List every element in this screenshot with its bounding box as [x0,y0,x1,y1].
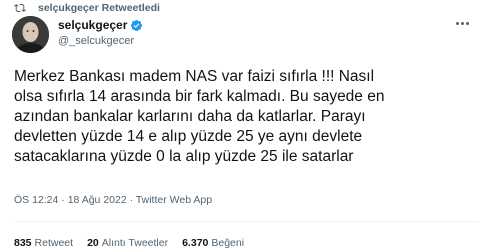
retweet-context[interactable]: selçukgeçer Retweetledi [14,2,160,14]
tweet-text: Merkez Bankası madem NAS var faizi sıfır… [14,68,385,165]
retweets-stat[interactable]: 835 Retweet [14,237,73,249]
retweets-count: 835 [14,237,32,249]
retweets-label: Retweet [34,237,74,249]
avatar[interactable] [12,16,49,53]
tweet-meta[interactable]: ÖS 12:24 · 18 Ağu 2022 · Twitter Web App [14,194,212,206]
retweet-context-text: selçukgeçer Retweetledi [38,2,160,14]
likes-label: Beğeni [211,237,245,249]
verified-badge-icon [131,19,143,31]
quotes-label: Alıntı Tweetler [101,237,169,249]
author-block[interactable]: selçukgeçer @_selcukgecer [58,18,143,47]
likes-stat[interactable]: 6.370 Beğeni [182,237,244,249]
quotes-count: 20 [87,237,99,249]
author-name[interactable]: selçukgeçer [58,18,127,32]
retweet-icon [14,3,26,13]
more-options-icon[interactable] [456,22,469,25]
author-handle[interactable]: @_selcukgecer [58,35,143,47]
tweet-stats: 835 Retweet 20 Alıntı Tweetler 6.370 Beğeni [14,237,244,249]
quotes-stat[interactable]: 20 Alıntı Tweetler [87,237,168,249]
divider [14,221,479,222]
likes-count: 6.370 [182,237,209,249]
